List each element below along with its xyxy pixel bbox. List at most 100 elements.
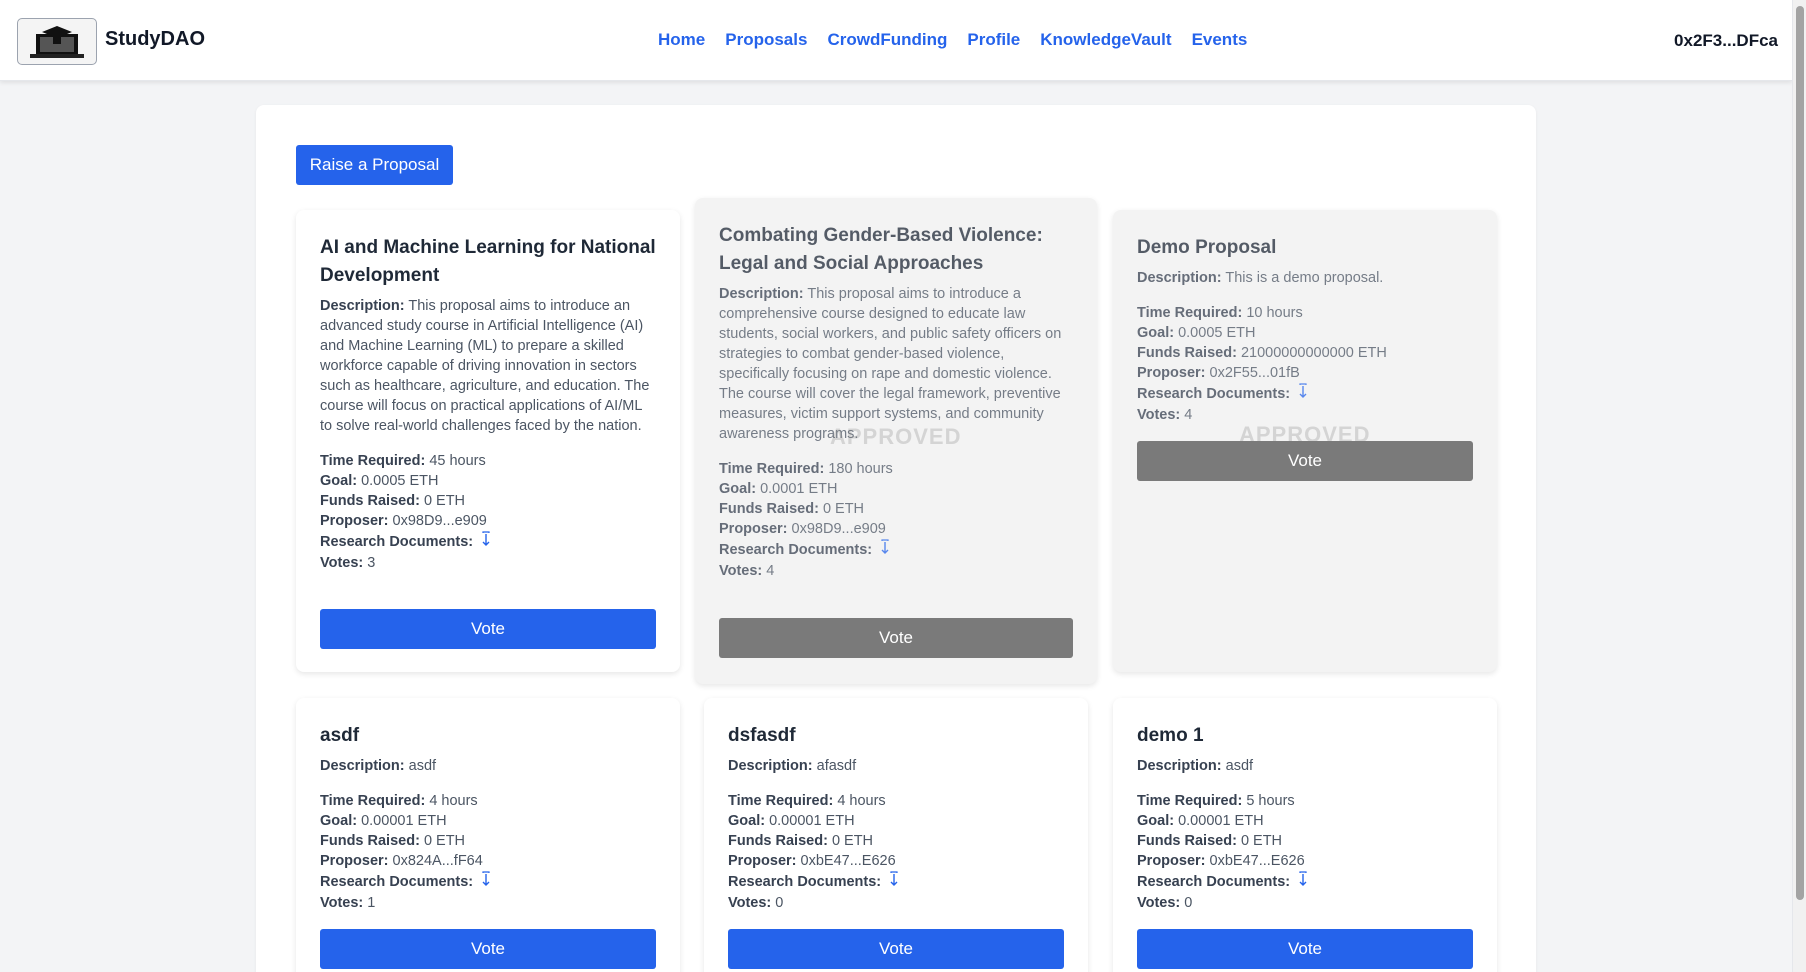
funds-value: 0 ETH <box>831 833 874 849</box>
funds-label: Funds Raised: <box>719 501 819 517</box>
time-label: Time Required: <box>320 793 426 809</box>
approved-stamp: APPROVED <box>830 424 962 449</box>
proposal-card: demo 1 Description: asdf Time Required: … <box>1113 698 1497 972</box>
proposal-card: Combating Gender-Based Violence: Legal a… <box>695 198 1097 684</box>
votes-value: 4 <box>766 563 775 579</box>
proposer: Proposer: 0xbE47...E626 <box>1137 851 1473 871</box>
nav-proposals[interactable]: Proposals <box>725 30 807 50</box>
description-text: This proposal aims to introduce a compre… <box>719 286 1062 442</box>
scrollbar-thumb[interactable] <box>1796 6 1804 900</box>
download-arrow-icon[interactable] <box>481 871 491 893</box>
description-text: afasdf <box>816 758 857 774</box>
docs-label: Research Documents: <box>320 873 474 890</box>
docs-label: Research Documents: <box>320 533 474 550</box>
proposer-value: 0x2F55...01fB <box>1209 365 1300 381</box>
raise-proposal-button[interactable]: Raise a Proposal <box>296 145 453 185</box>
vote-button[interactable]: Vote <box>719 618 1073 658</box>
vote-button[interactable]: Vote <box>728 929 1064 969</box>
time-label: Time Required: <box>728 793 834 809</box>
funds-label: Funds Raised: <box>1137 833 1237 849</box>
time-label: Time Required: <box>719 461 825 477</box>
funds-label: Funds Raised: <box>320 493 420 509</box>
funds-label: Funds Raised: <box>320 833 420 849</box>
proposal-card-body: demo 1 Description: asdf Time Required: … <box>1137 722 1473 913</box>
description-text: asdf <box>1225 758 1254 774</box>
time-required: Time Required: 5 hours <box>1137 791 1473 811</box>
proposer-label: Proposer: <box>320 853 389 869</box>
download-arrow-icon[interactable] <box>481 531 491 553</box>
time-label: Time Required: <box>1137 305 1243 321</box>
top-navbar: StudyDAO Home Proposals CrowdFunding Pro… <box>0 0 1792 81</box>
nav-crowdfunding[interactable]: CrowdFunding <box>827 30 947 50</box>
vote-button[interactable]: Vote <box>1137 929 1473 969</box>
nav-events[interactable]: Events <box>1192 30 1248 50</box>
proposer-label: Proposer: <box>719 521 788 537</box>
votes: Votes: 0 <box>728 893 1064 913</box>
proposal-card: dsfasdf Description: afasdf Time Require… <box>704 698 1088 972</box>
proposer-label: Proposer: <box>320 513 389 529</box>
research-documents: Research Documents: <box>320 871 656 893</box>
download-arrow-icon[interactable] <box>1298 383 1308 405</box>
nav-home[interactable]: Home <box>658 30 705 50</box>
time-value: 10 hours <box>1246 305 1303 321</box>
goal-label: Goal: <box>719 481 757 497</box>
funds-raised: Funds Raised: 0 ETH <box>320 491 656 511</box>
logo-icon[interactable] <box>17 18 97 65</box>
time-value: 45 hours <box>429 453 486 469</box>
proposal-title: AI and Machine Learning for National Dev… <box>320 237 656 286</box>
goal: Goal: 0.0001 ETH <box>719 479 1073 499</box>
funds-value: 0 ETH <box>822 501 865 517</box>
time-required: Time Required: 180 hours <box>719 459 1073 479</box>
proposer-value: 0xbE47...E626 <box>800 853 896 869</box>
nav-profile[interactable]: Profile <box>967 30 1020 50</box>
vote-button[interactable]: Vote <box>320 929 656 969</box>
proposal-card-body: Demo Proposal Description: This is a dem… <box>1137 234 1473 425</box>
proposer: Proposer: 0x2F55...01fB <box>1137 363 1473 383</box>
proposal-title: asdf <box>320 725 360 746</box>
main-nav: Home Proposals CrowdFunding Profile Know… <box>658 30 1267 50</box>
funds-raised: Funds Raised: 0 ETH <box>1137 831 1473 851</box>
time-value: 4 hours <box>429 793 478 809</box>
description-label: Description: <box>728 758 813 774</box>
vote-button[interactable]: Vote <box>1137 441 1473 481</box>
goal-label: Goal: <box>728 813 766 829</box>
proposer: Proposer: 0x824A...fF64 <box>320 851 656 871</box>
goal-value: 0.0001 ETH <box>760 481 838 497</box>
proposer: Proposer: 0x98D9...e909 <box>320 511 656 531</box>
description-label: Description: <box>1137 758 1222 774</box>
proposer-value: 0x98D9...e909 <box>392 513 487 529</box>
proposal-card: asdf Description: asdf Time Required: 4 … <box>296 698 680 972</box>
votes-label: Votes: <box>1137 407 1181 423</box>
brand-name[interactable]: StudyDAO <box>105 28 205 51</box>
proposal-description: Description: This proposal aims to intro… <box>719 284 1073 444</box>
funds-raised: Funds Raised: 21000000000000 ETH <box>1137 343 1473 363</box>
nav-knowledgevault[interactable]: KnowledgeVault <box>1040 30 1171 50</box>
goal-value: 0.00001 ETH <box>1178 813 1264 829</box>
proposer-label: Proposer: <box>728 853 797 869</box>
votes: Votes: 0 <box>1137 893 1473 913</box>
wallet-address[interactable]: 0x2F3...DFca <box>1674 31 1778 51</box>
goal: Goal: 0.00001 ETH <box>1137 811 1473 831</box>
proposal-description: Description: asdf <box>320 756 656 776</box>
proposer-label: Proposer: <box>1137 853 1206 869</box>
goal-label: Goal: <box>1137 325 1175 341</box>
download-arrow-icon[interactable] <box>1298 871 1308 893</box>
votes-label: Votes: <box>728 895 772 911</box>
goal-value: 0.00001 ETH <box>769 813 855 829</box>
funds-raised: Funds Raised: 0 ETH <box>320 831 656 851</box>
download-arrow-icon[interactable] <box>889 871 899 893</box>
research-documents: Research Documents: <box>1137 871 1473 893</box>
proposal-title: Combating Gender-Based Violence: Legal a… <box>719 225 1043 274</box>
proposal-card-body: asdf Description: asdf Time Required: 4 … <box>320 722 656 913</box>
vote-button[interactable]: Vote <box>320 609 656 649</box>
funds-label: Funds Raised: <box>1137 345 1237 361</box>
time-value: 5 hours <box>1246 793 1295 809</box>
description-text: asdf <box>408 758 437 774</box>
time-required: Time Required: 45 hours <box>320 451 656 471</box>
time-value: 4 hours <box>837 793 886 809</box>
description-label: Description: <box>320 758 405 774</box>
proposal-description: Description: This is a demo proposal. <box>1137 268 1473 288</box>
page-scrollbar[interactable] <box>1792 0 1806 972</box>
goal: Goal: 0.00001 ETH <box>320 811 656 831</box>
download-arrow-icon[interactable] <box>880 539 890 561</box>
